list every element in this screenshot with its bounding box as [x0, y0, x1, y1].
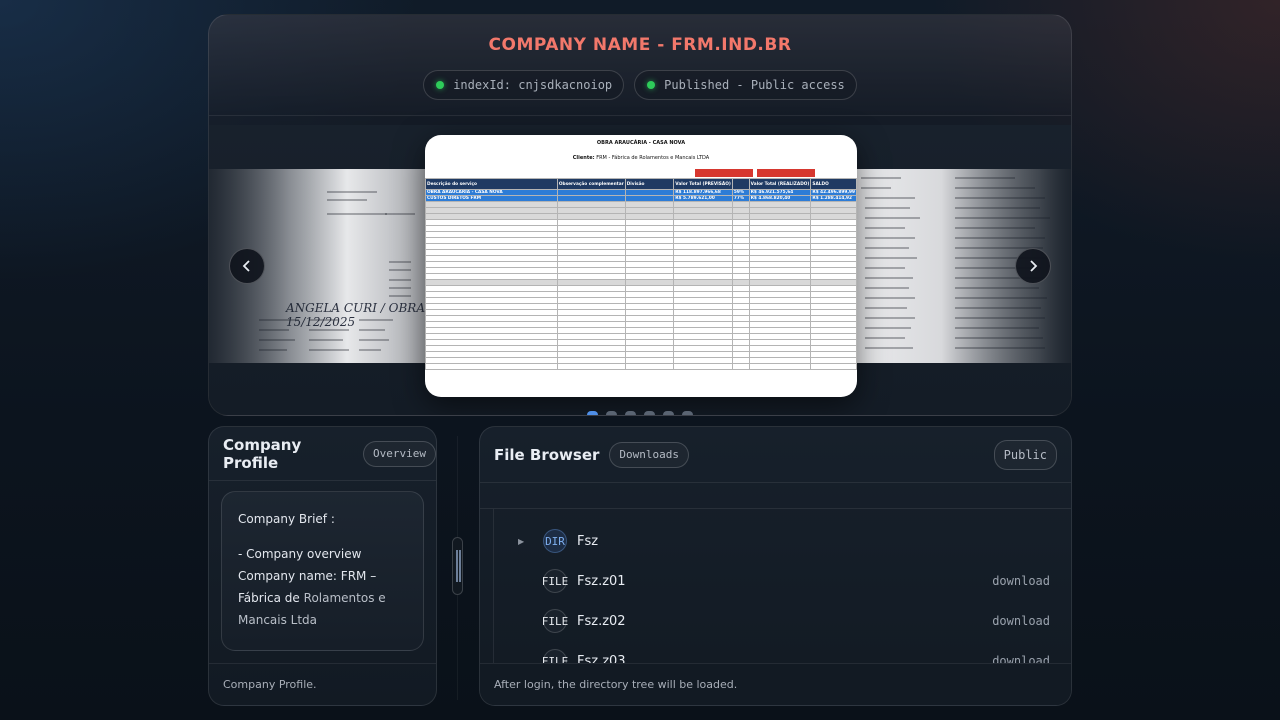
- overview-badge[interactable]: Overview: [363, 440, 436, 467]
- file-name[interactable]: Fsz.z02: [577, 614, 626, 629]
- spreadsheet-table: Descrição do serviço Observação complemen…: [425, 178, 857, 370]
- tree-file-row[interactable]: FILE Fsz.z03 download: [494, 641, 1071, 663]
- visibility-badge[interactable]: Public: [993, 440, 1057, 470]
- company-profile-card: Company Profile Overview Company Brief :…: [208, 426, 437, 706]
- index-id-chip: indexId: cnjsdkacnoiop: [423, 70, 625, 100]
- caret-right-icon[interactable]: ▶: [518, 537, 524, 546]
- published-chip: Published - Public access: [634, 70, 857, 100]
- download-link[interactable]: download: [992, 654, 1050, 663]
- file-name[interactable]: Fsz: [577, 534, 598, 549]
- tree-file-row[interactable]: FILE Fsz.z02 download: [494, 601, 1071, 641]
- carousel-next-button[interactable]: [1015, 248, 1051, 284]
- profile-header: Company Profile Overview: [209, 427, 436, 481]
- image-carousel: ANGELA CURI / OBRA15/12/2025: [209, 125, 1071, 415]
- company-brief-box: Company Brief : - Company overview Compa…: [221, 491, 424, 651]
- profile-title: Company Profile: [223, 435, 302, 472]
- chevron-right-icon: [1030, 260, 1038, 272]
- tree-folder-row[interactable]: ▶ DIR Fsz: [494, 521, 1071, 561]
- carousel-dot[interactable]: [587, 411, 598, 415]
- table-row: [425, 363, 857, 370]
- file-icon: FILE: [542, 569, 568, 593]
- tree-file-row[interactable]: FILE Fsz.z01 download: [494, 561, 1071, 601]
- carousel-dot[interactable]: [606, 411, 617, 415]
- panel-resize-handle[interactable]: [452, 537, 463, 595]
- brief-text: - Company overview Company name: FRM – F…: [238, 547, 386, 627]
- carousel-dot[interactable]: [644, 411, 655, 415]
- status-dot-icon: [436, 81, 445, 89]
- file-browser-card: File Browser Downloads Public ▶ DIR Fsz FIL…: [479, 426, 1072, 706]
- file-name[interactable]: Fsz.z01: [577, 574, 626, 589]
- file-icon: FILE: [542, 609, 568, 633]
- file-browser-footer: After login, the directory tree will be …: [480, 663, 1071, 705]
- carousel-prev-button[interactable]: [229, 248, 265, 284]
- file-browser-toolbar: [480, 483, 1071, 509]
- sheet-client: Cliente: FRM - Fábrica de Rolamentos e M…: [572, 155, 710, 161]
- profile-footer: Company Profile.: [209, 663, 436, 705]
- carousel-dot[interactable]: [682, 411, 693, 415]
- carousel-slide-active[interactable]: OBRA ARAUCÁRIA - CASA NOVA Cliente: FRM …: [425, 135, 857, 397]
- file-browser-title: File Browser: [494, 445, 600, 464]
- downloads-badge[interactable]: Downloads: [609, 441, 690, 468]
- status-chips: indexId: cnjsdkacnoiop Published - Publi…: [209, 70, 1071, 100]
- index-id-label: indexId: cnjsdkacnoiop: [453, 78, 613, 92]
- carousel-dot[interactable]: [625, 411, 636, 415]
- brief-label: Company Brief :: [238, 512, 335, 526]
- file-name[interactable]: Fsz.z03: [577, 654, 626, 664]
- download-link[interactable]: download: [992, 574, 1050, 588]
- download-link[interactable]: download: [992, 614, 1050, 628]
- published-label: Published - Public access: [664, 78, 845, 92]
- sheet-header-accent: [695, 169, 815, 177]
- header-card: COMPANY NAME - FRM.IND.BR indexId: cnjsd…: [208, 14, 1072, 416]
- table-row: Descrição do serviço Observação complemen…: [425, 178, 857, 190]
- file-icon: FILE: [542, 649, 568, 663]
- status-dot-icon: [647, 81, 656, 89]
- chevron-left-icon: [242, 260, 250, 272]
- file-browser-header: File Browser Downloads: [480, 427, 1071, 483]
- carousel-dot[interactable]: [663, 411, 674, 415]
- directory-tree: ▶ DIR Fsz FILE Fsz.z01 download FILE Fsz.z02 dow…: [493, 509, 1071, 663]
- sheet-title: OBRA ARAUCÁRIA - CASA NOVA: [596, 140, 686, 146]
- company-title: COMPANY NAME - FRM.IND.BR: [488, 35, 792, 55]
- folder-icon: DIR: [543, 529, 567, 553]
- carousel-pagination: [209, 411, 1071, 415]
